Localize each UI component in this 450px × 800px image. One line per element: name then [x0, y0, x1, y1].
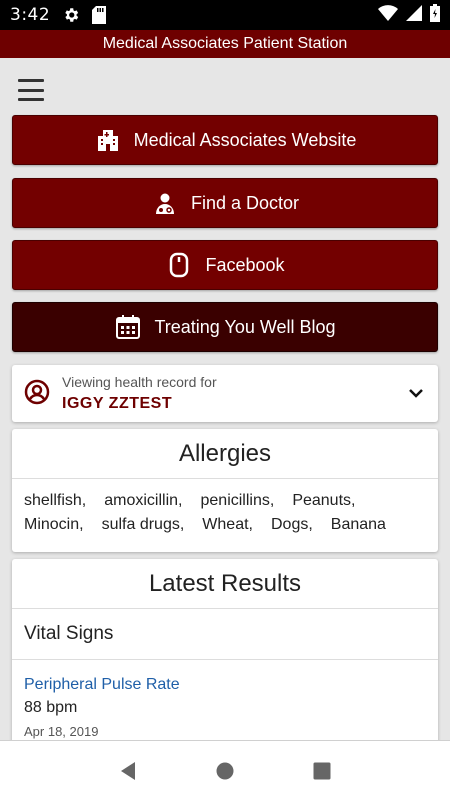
app-title: Medical Associates Patient Station — [102, 35, 348, 52]
navigation-bar — [0, 740, 450, 800]
allergy-item: amoxicillin, — [104, 492, 183, 509]
latest-results-title: Latest Results — [12, 559, 438, 609]
facebook-label: Facebook — [205, 254, 285, 275]
mouse-icon — [165, 251, 193, 279]
doctor-icon — [151, 189, 179, 217]
back-triangle-icon[interactable] — [108, 751, 148, 791]
calendar-icon — [114, 313, 142, 341]
result-date: Apr 18, 2019 — [24, 724, 99, 739]
recents-square-icon[interactable] — [302, 751, 342, 791]
signal-icon — [406, 4, 422, 26]
vital-signs-section: Vital Signs — [12, 609, 438, 660]
allergy-item: penicillins, — [200, 492, 275, 509]
hospital-building-icon — [94, 126, 122, 154]
result-name-link[interactable]: Peripheral Pulse Rate — [24, 674, 426, 696]
facebook-button[interactable]: Facebook — [12, 240, 438, 290]
allergy-item: Banana — [330, 516, 386, 533]
allergies-card: Allergies shellfish, amoxicillin, penici… — [12, 429, 438, 552]
find-a-doctor-button[interactable]: Find a Doctor — [12, 178, 438, 228]
status-time: 3:42 — [10, 5, 51, 25]
hamburger-menu-icon[interactable] — [18, 79, 44, 101]
latest-results-card: Latest Results Vital Signs Peripheral Pu… — [12, 559, 438, 740]
wifi-icon — [378, 4, 398, 26]
medical-associates-website-label: Medical Associates Website — [133, 129, 357, 150]
allergy-item: Wheat, — [202, 516, 253, 533]
health-record-caption: Viewing health record for — [62, 374, 217, 390]
allergy-item: Minocin, — [24, 516, 84, 533]
battery-icon — [430, 3, 440, 27]
allergy-item: Dogs, — [270, 516, 313, 533]
allergy-item: sulfa drugs, — [101, 516, 185, 533]
chevron-down-icon[interactable] — [408, 385, 424, 401]
patient-name: IGGY ZZTEST — [62, 395, 173, 412]
medical-associates-website-button[interactable]: Medical Associates Website — [12, 115, 438, 165]
result-value: 88 bpm — [24, 699, 78, 716]
main-content[interactable]: Medical Associates Website Find a Doctor… — [0, 58, 450, 740]
status-bar: 3:42 — [0, 0, 450, 30]
allergy-item: Peanuts, — [292, 492, 356, 509]
user-circle-icon — [24, 379, 50, 405]
home-circle-icon[interactable] — [205, 751, 245, 791]
treating-you-well-blog-button[interactable]: Treating You Well Blog — [12, 302, 438, 352]
list-item: Peripheral Pulse Rate 88 bpm Apr 18, 201… — [12, 660, 438, 740]
app-title-bar: Medical Associates Patient Station — [0, 30, 450, 58]
treating-you-well-blog-label: Treating You Well Blog — [154, 316, 336, 337]
sd-card-icon — [92, 6, 107, 24]
health-record-selector[interactable]: Viewing health record for IGGY ZZTEST — [12, 365, 438, 422]
gear-icon — [62, 6, 80, 24]
allergies-title: Allergies — [12, 429, 438, 479]
find-a-doctor-label: Find a Doctor — [190, 192, 300, 213]
allergy-item: shellfish, — [24, 492, 87, 509]
allergy-list: shellfish, amoxicillin, penicillins, Pea… — [12, 479, 438, 535]
